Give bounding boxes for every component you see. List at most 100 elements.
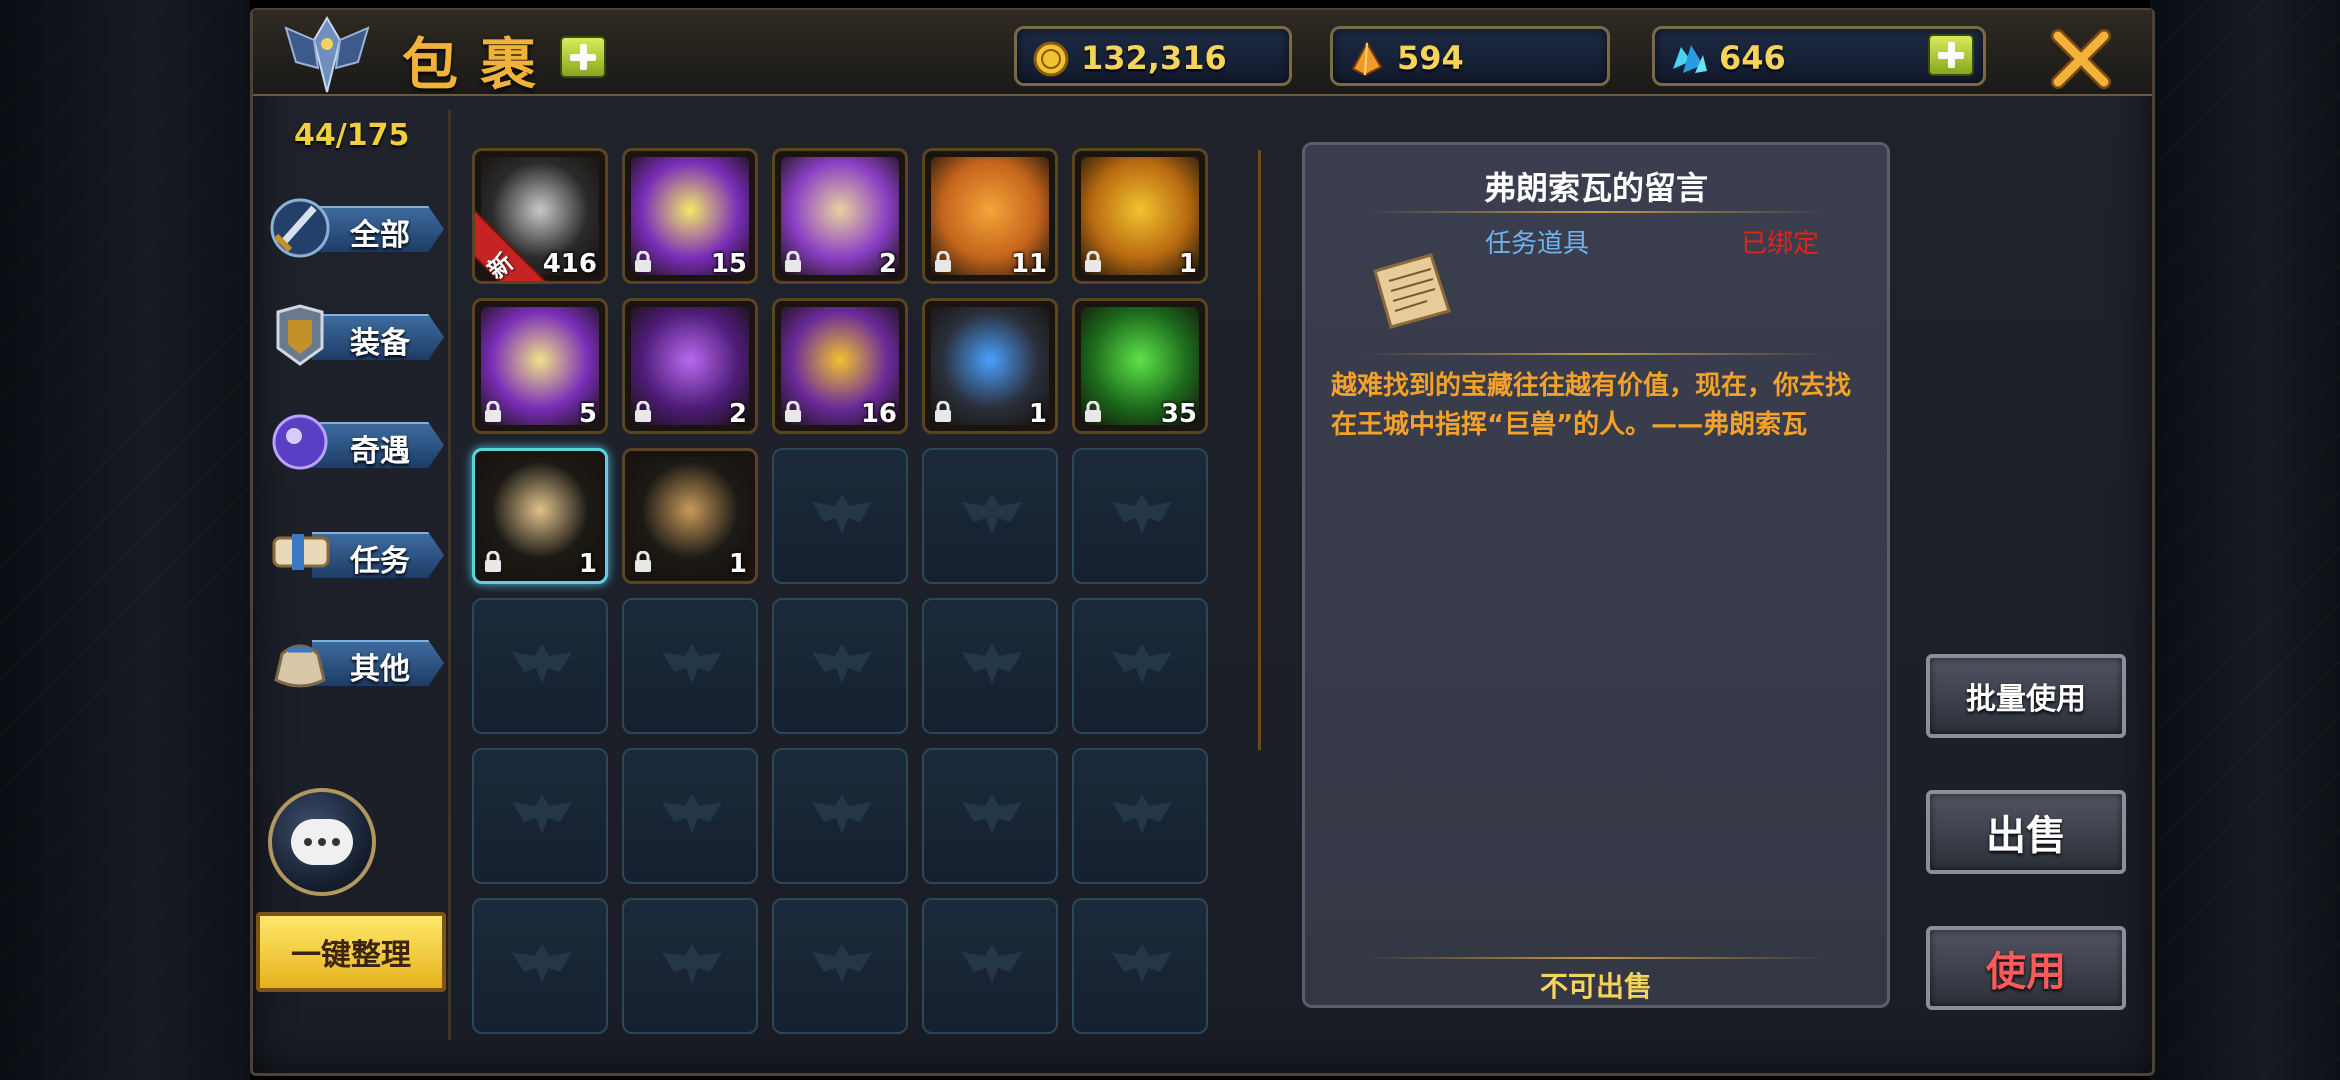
use-label: 使用 bbox=[1986, 949, 2066, 995]
left-backdrop bbox=[0, 0, 250, 1080]
lock-icon bbox=[483, 550, 503, 573]
tab-label: 其他 bbox=[350, 652, 410, 687]
chat-bubble-icon bbox=[291, 819, 353, 865]
amber-crystal-icon bbox=[1351, 40, 1383, 77]
parchment-icon bbox=[1373, 253, 1451, 329]
empty-slot[interactable] bbox=[1072, 598, 1208, 734]
inventory-slot[interactable]: 35 bbox=[1072, 298, 1208, 434]
empty-slot[interactable] bbox=[922, 898, 1058, 1034]
blue-gem-icon bbox=[1673, 45, 1707, 73]
item-name: 弗朗索瓦的留言 bbox=[1483, 169, 1708, 207]
left-divider bbox=[448, 110, 451, 1040]
divider bbox=[1365, 353, 1827, 355]
tab-all[interactable]: 全部 bbox=[262, 190, 444, 262]
empty-slot[interactable] bbox=[1072, 898, 1208, 1034]
item-quantity: 1 bbox=[1178, 249, 1197, 279]
item-quantity: 11 bbox=[1010, 249, 1047, 279]
gold-counter: 132,316 bbox=[1014, 26, 1292, 86]
empty-slot[interactable] bbox=[472, 598, 608, 734]
gold-coin-icon bbox=[1033, 41, 1069, 77]
item-quantity: 1 bbox=[728, 549, 747, 579]
gold-value: 132,316 bbox=[1081, 39, 1227, 77]
magic-orb-icon bbox=[272, 414, 328, 470]
auto-sort-button[interactable]: 一键整理 bbox=[256, 912, 446, 992]
grid-divider bbox=[1258, 150, 1261, 750]
armor-icon bbox=[276, 304, 324, 366]
tab-quest[interactable]: 任务 bbox=[262, 516, 444, 588]
inventory-slot[interactable]: 2 bbox=[772, 148, 908, 284]
empty-slot[interactable] bbox=[472, 898, 608, 1034]
item-quantity: 35 bbox=[1160, 399, 1197, 429]
crystal-value: 594 bbox=[1397, 39, 1464, 77]
sell-label: 出售 bbox=[1986, 813, 2066, 859]
tab-adventure[interactable]: 奇遇 bbox=[262, 406, 444, 478]
lock-icon bbox=[933, 400, 953, 423]
item-quantity: 2 bbox=[878, 249, 897, 279]
tab-label: 全部 bbox=[350, 218, 410, 253]
item-quantity: 1 bbox=[1028, 399, 1047, 429]
sword-shield-icon bbox=[270, 198, 330, 258]
sell-status: 不可出售 bbox=[1539, 970, 1652, 1003]
lock-icon bbox=[1083, 250, 1103, 273]
empty-slot[interactable] bbox=[922, 598, 1058, 734]
item-quantity: 416 bbox=[542, 249, 597, 279]
tab-label: 奇遇 bbox=[350, 434, 410, 469]
inventory-slot[interactable]: 1 bbox=[472, 448, 608, 584]
inventory-slot[interactable]: 5 bbox=[472, 298, 608, 434]
lock-icon bbox=[783, 400, 803, 423]
tab-other[interactable]: 其他 bbox=[262, 624, 444, 696]
bag-capacity: 44/175 bbox=[294, 118, 410, 153]
expand-bag-button[interactable] bbox=[560, 36, 606, 78]
item-quantity: 2 bbox=[728, 399, 747, 429]
item-detail-panel: 弗朗索瓦的留言 任务道具 已绑定 越难找到的宝藏往往越有价值，现在，你去找在王城… bbox=[1302, 142, 1890, 1008]
batch-use-button[interactable]: 批量使用 bbox=[1926, 654, 2126, 738]
lock-icon bbox=[633, 250, 653, 273]
lock-icon bbox=[1083, 400, 1103, 423]
winged-crest-icon bbox=[284, 16, 370, 93]
lock-icon bbox=[483, 400, 503, 423]
use-button[interactable]: 使用 bbox=[1926, 926, 2126, 1010]
pouch-icon bbox=[274, 644, 326, 688]
inventory-slot[interactable]: 15 bbox=[622, 148, 758, 284]
inventory-slot[interactable]: 1 bbox=[1072, 148, 1208, 284]
page-title: 包裹 bbox=[402, 33, 558, 98]
chat-button[interactable] bbox=[268, 788, 376, 896]
empty-slot[interactable] bbox=[622, 598, 758, 734]
tab-label: 任务 bbox=[350, 544, 410, 579]
bound-status: 已绑定 bbox=[1741, 229, 1820, 259]
lock-icon bbox=[933, 250, 953, 273]
buy-gem-button[interactable] bbox=[1928, 34, 1974, 76]
inventory-slot[interactable]: 1 bbox=[622, 448, 758, 584]
empty-slot[interactable] bbox=[1072, 448, 1208, 584]
item-quantity: 15 bbox=[710, 249, 747, 279]
inventory-slot[interactable]: 11 bbox=[922, 148, 1058, 284]
item-description: 越难找到的宝藏往往越有价值，现在，你去找在王城中指挥“巨兽”的人。——弗朗索瓦 bbox=[1331, 371, 1852, 440]
tab-equipment[interactable]: 装备 bbox=[262, 298, 444, 370]
crystal-counter: 594 bbox=[1330, 26, 1610, 86]
empty-slot[interactable] bbox=[922, 448, 1058, 584]
empty-slot[interactable] bbox=[772, 598, 908, 734]
empty-slot[interactable] bbox=[772, 748, 908, 884]
right-backdrop bbox=[2150, 0, 2340, 1080]
close-icon[interactable] bbox=[2050, 28, 2112, 90]
empty-slot[interactable] bbox=[622, 898, 758, 1034]
empty-slot[interactable] bbox=[922, 748, 1058, 884]
lock-icon bbox=[633, 400, 653, 423]
item-quantity: 5 bbox=[578, 399, 597, 429]
sell-button[interactable]: 出售 bbox=[1926, 790, 2126, 874]
tab-label: 装备 bbox=[350, 326, 410, 361]
lock-icon bbox=[783, 250, 803, 273]
empty-slot[interactable] bbox=[772, 448, 908, 584]
empty-slot[interactable] bbox=[1072, 748, 1208, 884]
divider bbox=[1365, 957, 1827, 959]
item-quantity: 1 bbox=[578, 549, 597, 579]
inventory-slot[interactable]: 2 bbox=[622, 298, 758, 434]
inventory-slot[interactable]: 16 bbox=[772, 298, 908, 434]
inventory-slot[interactable]: 1 bbox=[922, 298, 1058, 434]
inventory-slot[interactable]: 新 416 bbox=[472, 148, 608, 284]
item-type: 任务道具 bbox=[1485, 229, 1590, 259]
empty-slot[interactable] bbox=[772, 898, 908, 1034]
empty-slot[interactable] bbox=[472, 748, 608, 884]
empty-slot[interactable] bbox=[622, 748, 758, 884]
divider bbox=[1365, 211, 1827, 213]
